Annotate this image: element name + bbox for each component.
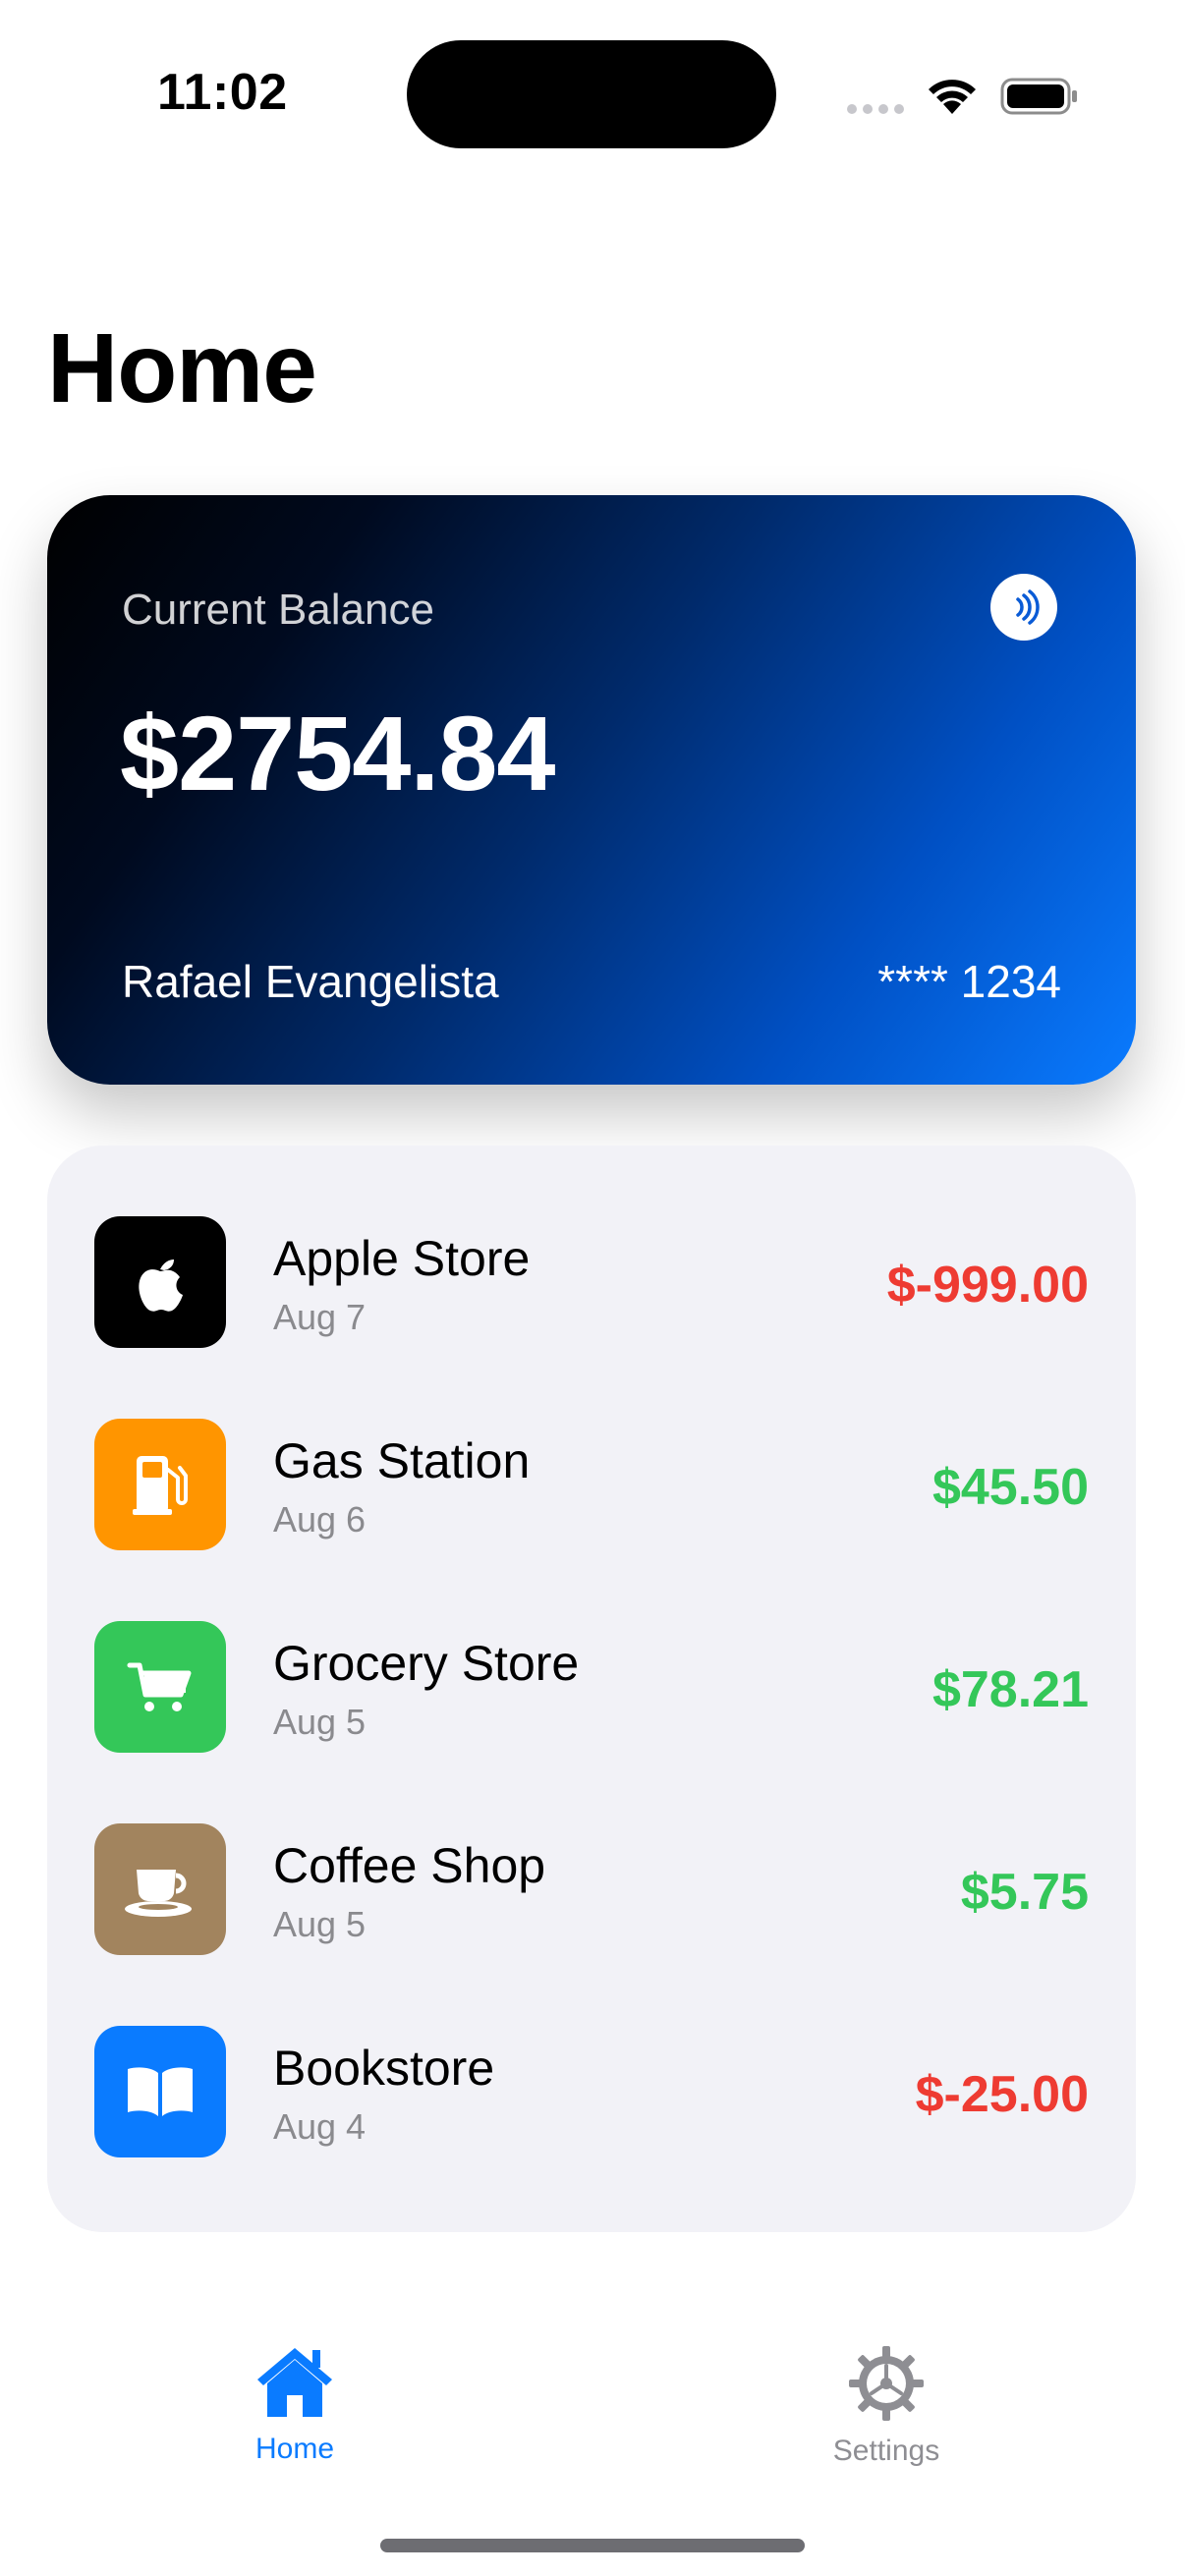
wifi-icon xyxy=(929,80,976,114)
balance-card[interactable]: Current Balance $2754.84 Rafael Evangeli… xyxy=(47,495,1136,1085)
card-number: **** 1234 xyxy=(877,956,1061,1007)
fuel-pump-icon xyxy=(94,1419,226,1550)
list-item[interactable]: Apple Store Aug 7 $-999.00 xyxy=(47,1216,1136,1350)
home-indicator[interactable] xyxy=(380,2539,805,2552)
transactions-list: Apple Store Aug 7 $-999.00 Gas Station A… xyxy=(47,1146,1136,2232)
transaction-amount: $45.50 xyxy=(931,1459,1089,1516)
gear-icon xyxy=(849,2346,924,2421)
list-item[interactable]: Bookstore Aug 4 $-25.00 xyxy=(47,2026,1136,2159)
balance-label: Current Balance xyxy=(122,586,434,634)
transaction-name: Coffee Shop xyxy=(273,1838,546,1893)
coffee-cup-icon xyxy=(94,1823,226,1955)
battery-icon xyxy=(1000,78,1077,115)
list-item[interactable]: Coffee Shop Aug 5 $5.75 xyxy=(47,1823,1136,1957)
transaction-name: Grocery Store xyxy=(273,1636,580,1691)
transaction-date: Aug 6 xyxy=(273,1499,367,1540)
card-holder-name: Rafael Evangelista xyxy=(122,956,499,1007)
transaction-name: Gas Station xyxy=(273,1433,531,1488)
cellular-signal-icon xyxy=(847,104,904,114)
home-screen: 11:02 Home Current Balance $2754.84 Rafa… xyxy=(0,0,1185,2576)
house-icon xyxy=(257,2348,332,2417)
list-item[interactable]: Grocery Store Aug 5 $78.21 xyxy=(47,1621,1136,1755)
contactless-icon xyxy=(990,574,1057,641)
tab-label: Home xyxy=(254,2433,335,2465)
transaction-name: Bookstore xyxy=(273,2041,495,2096)
dynamic-island xyxy=(407,40,776,148)
list-item[interactable]: Gas Station Aug 6 $45.50 xyxy=(47,1419,1136,1552)
status-time: 11:02 xyxy=(157,64,288,121)
transaction-amount: $-999.00 xyxy=(886,1257,1089,1314)
page-title: Home xyxy=(47,313,317,423)
transaction-date: Aug 4 xyxy=(273,2106,367,2147)
tab-label: Settings xyxy=(832,2435,940,2467)
balance-amount: $2754.84 xyxy=(120,694,555,812)
transaction-date: Aug 5 xyxy=(273,1702,367,1742)
transaction-name: Apple Store xyxy=(273,1231,531,1286)
transaction-amount: $5.75 xyxy=(960,1864,1089,1921)
transaction-date: Aug 7 xyxy=(273,1297,367,1337)
tab-home[interactable]: Home xyxy=(197,2344,393,2466)
apple-logo-icon xyxy=(94,1216,226,1348)
transaction-amount: $-25.00 xyxy=(915,2066,1089,2123)
tab-settings[interactable]: Settings xyxy=(788,2344,985,2468)
transaction-date: Aug 5 xyxy=(273,1904,367,1944)
shopping-cart-icon xyxy=(94,1621,226,1753)
book-icon xyxy=(94,2026,226,2157)
transaction-amount: $78.21 xyxy=(931,1661,1089,1718)
